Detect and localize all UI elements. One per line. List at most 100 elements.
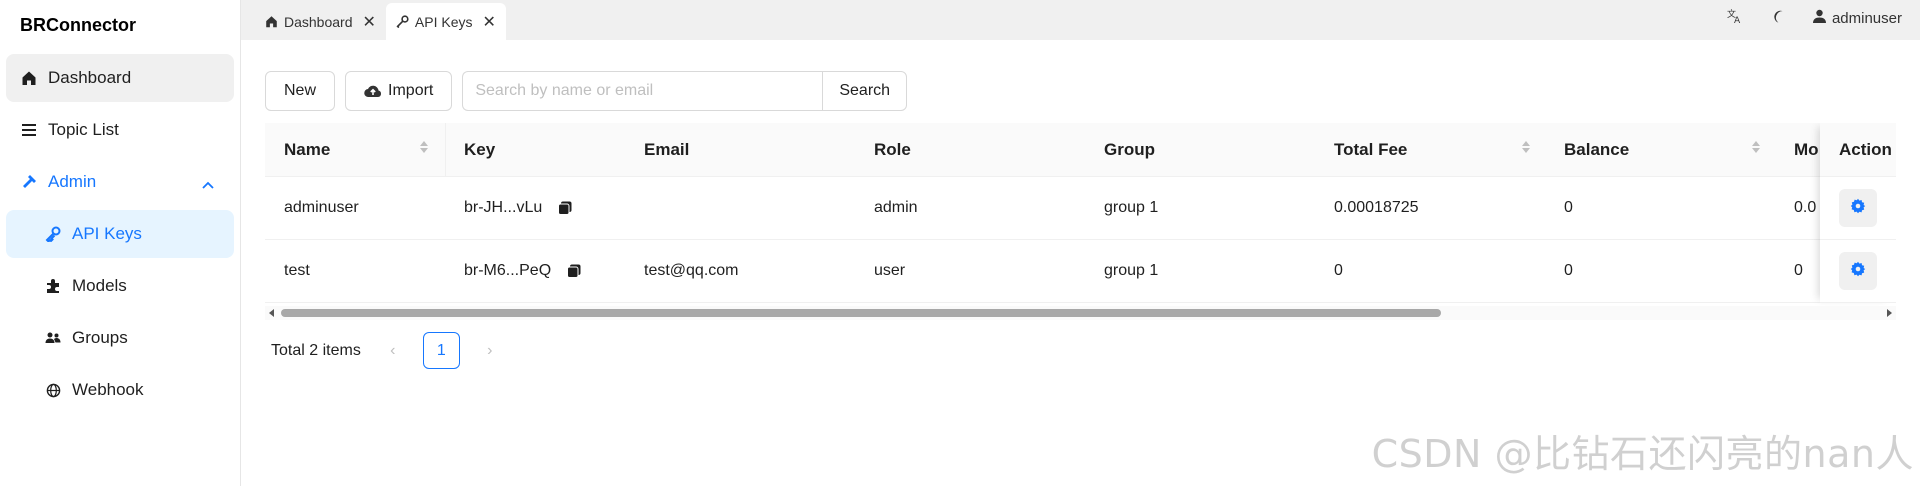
gear-icon [1850, 198, 1866, 219]
pagination-total: Total 2 items [271, 341, 361, 359]
close-icon[interactable]: ✕ [483, 12, 496, 32]
sidebar-item-label: Admin [48, 172, 97, 191]
sidebar-item-topic-list[interactable]: Topic List [6, 106, 234, 154]
column-header-mo: Mo [1794, 139, 1819, 159]
sidebar-item-dashboard[interactable]: Dashboard [6, 54, 234, 102]
sidebar-item-admin[interactable]: Admin [6, 158, 234, 206]
sidebar-item-label: Dashboard [48, 68, 132, 87]
column-header-action: Action [1820, 123, 1896, 177]
cell-role: admin [874, 199, 918, 216]
action-column: Action [1820, 123, 1896, 303]
key-icon [44, 225, 62, 243]
home-icon [265, 15, 278, 28]
cloud-upload-icon [364, 84, 382, 98]
column-header-total-fee[interactable]: Total Fee [1334, 123, 1407, 176]
sidebar: BRConnector Dashboard Topic List Admin A… [0, 0, 241, 486]
chevron-left-icon[interactable]: ‹ [377, 342, 409, 360]
key-icon [396, 15, 409, 28]
translate-icon[interactable]: 文A [1727, 8, 1743, 28]
table-row: test br-M6...PeQ test@qq.com user group … [265, 240, 1896, 303]
watermark: CSDN @比钻石还闪亮的nan人 [1371, 432, 1914, 476]
tab-bar: Dashboard ✕ API Keys ✕ 文A adminuser [241, 0, 1920, 40]
column-header-role: Role [874, 139, 911, 159]
cell-total-fee: 0 [1334, 262, 1343, 279]
tab-dashboard[interactable]: Dashboard ✕ [255, 3, 386, 40]
cell-balance: 0 [1564, 199, 1573, 216]
page-button[interactable]: 1 [422, 332, 460, 369]
import-button[interactable]: Import [345, 71, 453, 111]
cell-mo: 0.0 [1794, 199, 1817, 216]
sidebar-item-models[interactable]: Models [6, 262, 234, 310]
cell-group: group 1 [1104, 262, 1159, 279]
column-header-group: Group [1104, 139, 1155, 159]
cell-key: br-M6...PeQ [464, 240, 581, 302]
table-header: Name Key Email Role Group Total Fee Bala… [265, 123, 1896, 177]
cell-email: test@qq.com [644, 262, 739, 279]
settings-button[interactable] [1839, 189, 1877, 227]
table-row: adminuser br-JH...vLu admin group 1 0.00… [265, 177, 1896, 240]
column-header-email: Email [644, 139, 690, 159]
api-keys-table: Name Key Email Role Group Total Fee Bala… [265, 123, 1896, 320]
sidebar-item-api-keys[interactable]: API Keys [6, 210, 234, 258]
key-value: br-JH...vLu [464, 199, 543, 216]
sidebar-item-label: Topic List [48, 120, 119, 139]
top-right-actions: 文A adminuser [1727, 0, 1902, 36]
globe-icon [44, 381, 62, 399]
cell-balance: 0 [1564, 262, 1573, 279]
column-header-balance[interactable]: Balance [1564, 123, 1629, 176]
search-button[interactable]: Search [822, 71, 908, 111]
sidebar-item-label: API Keys [72, 224, 142, 243]
copy-icon[interactable] [558, 201, 572, 215]
user-name: adminuser [1831, 9, 1902, 27]
scroll-right-icon[interactable] [1887, 309, 1892, 317]
action-cell [1820, 240, 1896, 303]
toolbar: New Import Search [265, 71, 908, 111]
horizontal-scrollbar[interactable] [265, 306, 1896, 320]
moon-icon[interactable] [1771, 9, 1785, 27]
key-value: br-M6...PeQ [464, 262, 552, 279]
import-label: Import [388, 82, 434, 99]
chevron-up-icon [202, 174, 214, 194]
tab-api-keys[interactable]: API Keys ✕ [385, 3, 506, 40]
search-group: Search [462, 71, 908, 111]
column-header-key: Key [464, 139, 496, 159]
cell-name: test [284, 262, 310, 279]
copy-icon[interactable] [567, 264, 581, 278]
sidebar-nav: Dashboard Topic List Admin API Keys Mode… [0, 54, 240, 414]
user-menu[interactable]: adminuser [1812, 9, 1902, 27]
app-brand: BRConnector [20, 15, 136, 35]
pagination: Total 2 items ‹ 1 › [271, 332, 506, 369]
sort-icon[interactable] [1522, 141, 1530, 153]
close-icon[interactable]: ✕ [363, 12, 376, 32]
chevron-right-icon[interactable]: › [474, 342, 506, 360]
sidebar-item-label: Models [72, 276, 127, 295]
home-icon [20, 69, 38, 87]
scrollbar-thumb[interactable] [281, 309, 1441, 317]
cell-group: group 1 [1104, 199, 1159, 216]
sidebar-item-label: Groups [72, 328, 128, 347]
menu-lines-icon [20, 121, 38, 139]
sort-icon[interactable] [1752, 141, 1760, 153]
scroll-left-icon[interactable] [269, 309, 274, 317]
column-header-name[interactable]: Name [284, 123, 330, 176]
cell-total-fee: 0.00018725 [1334, 199, 1419, 216]
puzzle-icon [44, 277, 62, 295]
settings-button[interactable] [1839, 252, 1877, 290]
new-button[interactable]: New [265, 71, 336, 111]
cell-key: br-JH...vLu [464, 177, 572, 239]
svg-text:A: A [1734, 16, 1741, 24]
users-icon [44, 329, 62, 347]
gear-icon [1850, 261, 1866, 282]
hammer-icon [20, 173, 38, 191]
sidebar-item-webhook[interactable]: Webhook [6, 366, 234, 414]
cell-role: user [874, 262, 906, 279]
tab-label: Dashboard [284, 13, 353, 30]
sidebar-item-groups[interactable]: Groups [6, 314, 234, 362]
cell-name: adminuser [284, 199, 359, 216]
user-icon [1812, 9, 1826, 27]
search-input[interactable] [462, 71, 823, 111]
sidebar-item-label: Webhook [72, 380, 144, 399]
sort-icon[interactable] [420, 141, 428, 153]
action-cell [1820, 177, 1896, 240]
cell-mo: 0 [1794, 262, 1803, 279]
